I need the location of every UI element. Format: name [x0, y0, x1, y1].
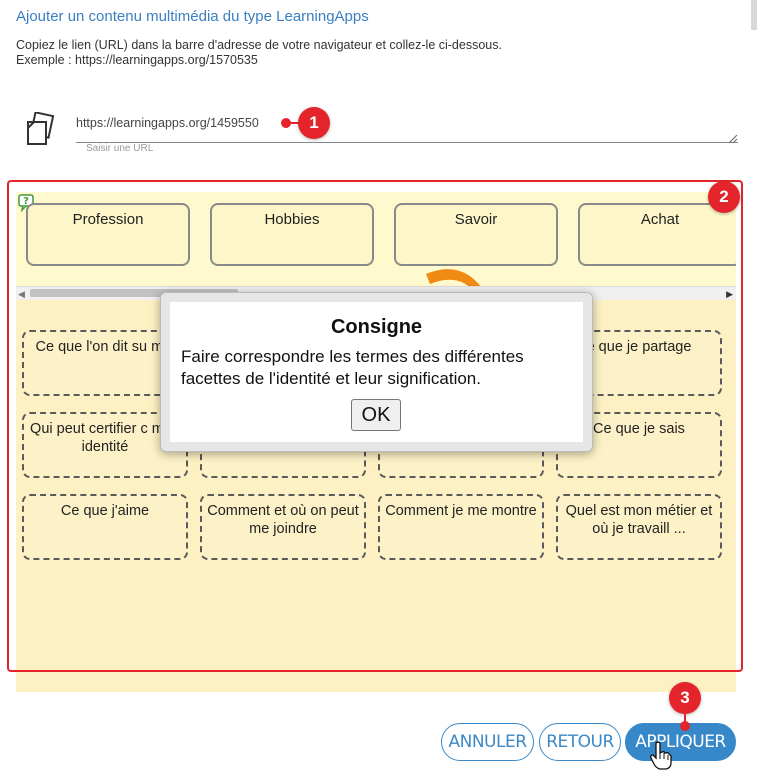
- hand-cursor-icon: [650, 741, 672, 771]
- url-placeholder: Saisir une URL: [86, 143, 154, 154]
- instruction-line: Copiez le lien (URL) dans la barre d'adr…: [16, 38, 502, 52]
- dialog-title: Ajouter un contenu multimédia du type Le…: [16, 8, 369, 25]
- preview-highlight: [7, 180, 743, 672]
- url-input[interactable]: https://learningapps.org/1459550: [76, 116, 259, 130]
- step-marker-1: 1: [298, 107, 330, 139]
- scrollbar-edge: [751, 0, 757, 30]
- marker-dot: [281, 118, 291, 128]
- resize-grip-icon[interactable]: [728, 131, 738, 144]
- example-line: Exemple : https://learningapps.org/15705…: [16, 53, 258, 67]
- step-marker-2: 2: [708, 181, 740, 213]
- dialog-instructions: Copiez le lien (URL) dans la barre d'adr…: [16, 38, 502, 68]
- url-input-underline: [76, 142, 738, 143]
- marker-dot: [680, 721, 690, 731]
- cancel-button[interactable]: ANNULER: [441, 723, 534, 761]
- copy-paste-icon: [24, 111, 58, 146]
- back-button[interactable]: RETOUR: [539, 723, 621, 761]
- step-marker-3: 3: [669, 682, 701, 714]
